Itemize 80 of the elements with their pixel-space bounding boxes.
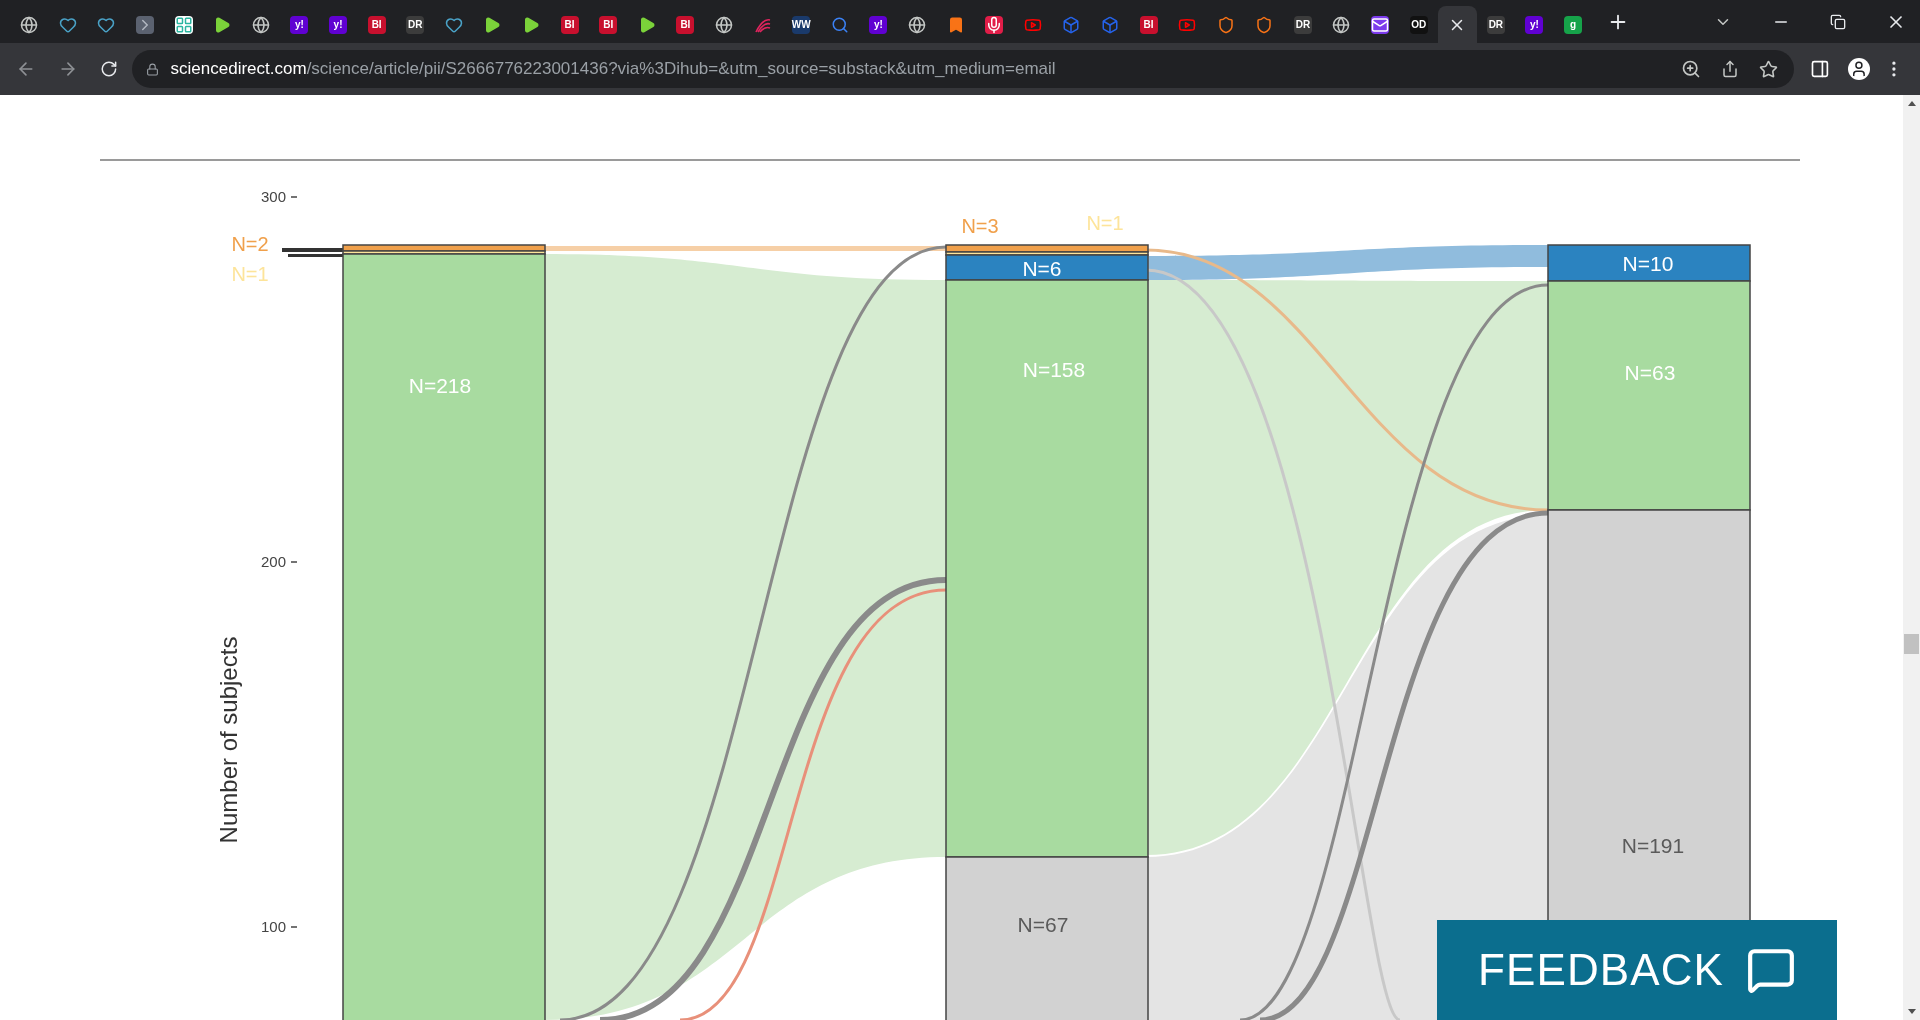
browser-tab[interactable]: WW: [781, 6, 821, 43]
logo-icon: DR: [406, 15, 425, 34]
browser-tab[interactable]: BI: [550, 6, 589, 43]
logo-icon: DR: [1486, 15, 1505, 34]
scrollbar[interactable]: [1903, 95, 1920, 1020]
connector-line: [282, 248, 343, 257]
restore-icon[interactable]: [1830, 13, 1846, 30]
node-label: N=2: [231, 233, 269, 255]
browser-tab[interactable]: DR: [395, 6, 435, 43]
browser-tab[interactable]: y!: [280, 6, 319, 43]
scroll-down-icon[interactable]: [1907, 1009, 1916, 1014]
bookmark-star-icon[interactable]: [1759, 59, 1779, 79]
mail-icon: [1371, 15, 1390, 34]
microphone-icon: [985, 15, 1004, 34]
node-label: N=191: [1621, 834, 1685, 857]
chevron-icon: [136, 15, 155, 34]
logo-icon: y!: [869, 15, 888, 34]
logo-icon: DR: [1293, 15, 1312, 34]
zoom-icon[interactable]: [1681, 59, 1702, 79]
globe-icon: [251, 15, 270, 34]
y-tick-label: 300: [260, 188, 286, 205]
logo-icon: BI: [1139, 15, 1158, 34]
globe-icon: [907, 15, 926, 34]
node-label: N=158: [1022, 358, 1086, 381]
shield-icon: [1216, 15, 1235, 34]
logo-icon: WW: [792, 15, 811, 34]
node-label: N=67: [1017, 913, 1069, 936]
shield-icon: [1255, 15, 1274, 34]
node-label: N=1: [231, 263, 269, 285]
node-label: N=218: [408, 374, 472, 397]
logo-icon: g: [1564, 15, 1583, 34]
node-label: N=3: [961, 215, 999, 237]
browser-tab[interactable]: DR: [1476, 6, 1516, 43]
share-icon[interactable]: [1721, 60, 1740, 78]
cube-icon: [1062, 15, 1081, 34]
browser-tab[interactable]: BI: [666, 6, 705, 43]
search-icon: [830, 15, 849, 34]
logo-icon: y!: [329, 15, 348, 34]
heart-icon: [97, 15, 116, 34]
heart-icon: [444, 15, 463, 34]
url-text: sciencedirect.com/science/article/pii/S2666776223001436?via%3Dihub=&utm_source=substack&utm_medium=email: [170, 58, 1056, 81]
browser-tab[interactable]: OD: [1399, 6, 1438, 43]
y-axis-label: Number of subjects: [215, 636, 242, 844]
node-label: N=1: [1086, 212, 1124, 234]
logo-icon: BI: [367, 15, 386, 34]
cube-icon: [1100, 15, 1119, 34]
heart-icon: [58, 15, 77, 34]
y-tick-label: 200: [260, 553, 286, 570]
lock-icon: [145, 62, 159, 76]
node-label: N=63: [1624, 361, 1676, 384]
browser-tab[interactable]: BI: [588, 6, 628, 43]
play-icon: [213, 15, 232, 34]
logo-icon: BI: [676, 15, 695, 34]
scroll-up-icon[interactable]: [1907, 101, 1916, 106]
logo-icon: y!: [1525, 15, 1544, 34]
browser-tab[interactable]: y!: [859, 6, 898, 43]
browser-tab[interactable]: DR: [1283, 6, 1323, 43]
logo-icon: OD: [1409, 15, 1428, 34]
logo-icon: y!: [290, 15, 309, 34]
globe-icon: [1332, 15, 1351, 34]
scrollbar-thumb[interactable]: [1904, 634, 1919, 654]
side-panel-icon[interactable]: [1810, 59, 1831, 79]
browser-tab[interactable]: BI: [1129, 6, 1168, 43]
browser-tab[interactable]: y!: [1515, 6, 1554, 43]
node-label: N=10: [1622, 252, 1674, 275]
feedback-button[interactable]: FEEDBACK: [1437, 920, 1837, 1020]
grid-icon: [174, 15, 193, 34]
logo-icon: BI: [560, 15, 579, 34]
reload-icon[interactable]: [99, 60, 118, 78]
globe-icon: [715, 15, 733, 34]
node-label: N=6: [1022, 257, 1062, 280]
y-tick-label: 100: [260, 918, 286, 935]
browser-tab[interactable]: BI: [357, 6, 396, 43]
play-icon: [522, 15, 540, 34]
browser-tab[interactable]: y!: [318, 6, 358, 43]
profile-icon[interactable]: [1848, 58, 1871, 80]
logo-icon: BI: [599, 15, 618, 34]
globe-icon: [20, 15, 39, 34]
play-icon: [483, 15, 502, 34]
address-bar[interactable]: sciencedirect.com/science/article/pii/S2666776223001436?via%3Dihub=&utm_source=substack&utm_medium=email: [131, 50, 1795, 88]
